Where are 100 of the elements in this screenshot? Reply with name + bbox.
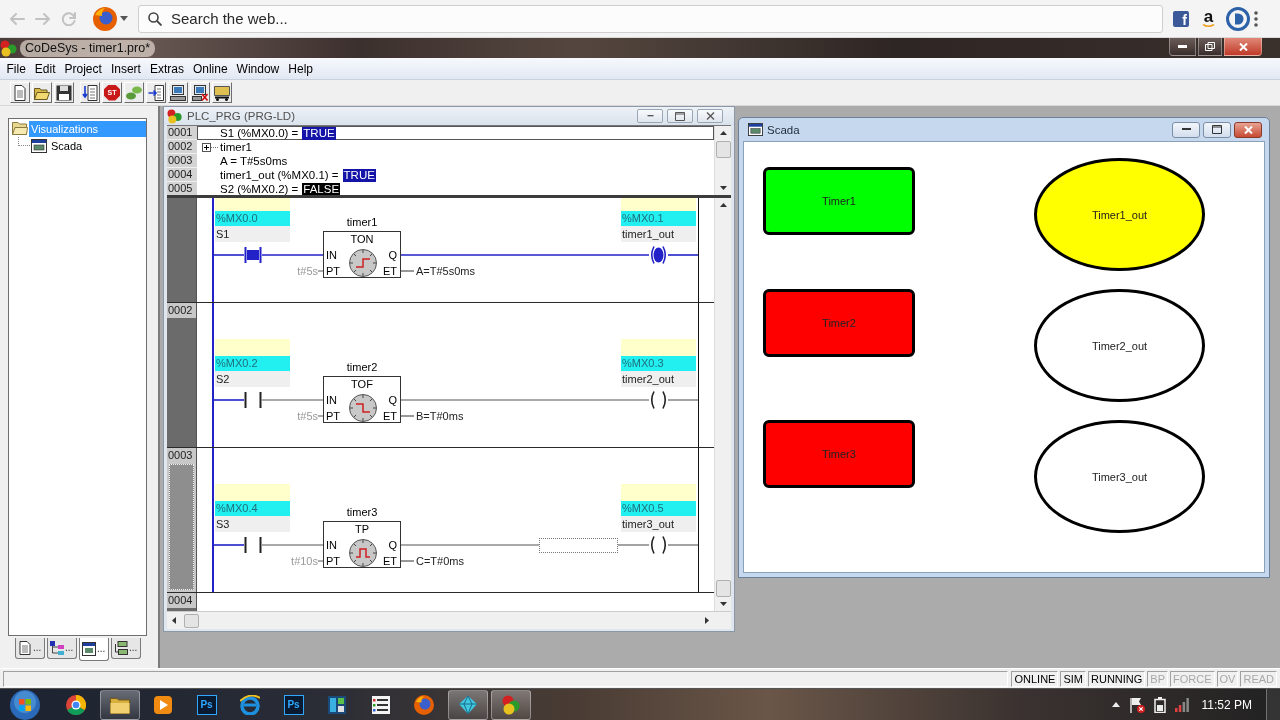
right-arrow-icon[interactable] [705, 617, 709, 624]
close-icon [1243, 125, 1253, 134]
search-bar[interactable]: Search the web... [138, 4, 1163, 33]
toolbar-button[interactable] [10, 82, 30, 103]
document-icon [12, 84, 28, 101]
clock[interactable]: 11:52 PM [1201, 697, 1252, 712]
ladder-contact[interactable] [244, 392, 262, 408]
status-indicator: RUNNING [1088, 670, 1146, 687]
ladder-coil[interactable] [649, 536, 668, 554]
toolbar-button[interactable] [190, 82, 210, 103]
ladder-contact[interactable] [244, 537, 262, 553]
ladder-coil[interactable] [649, 391, 668, 409]
taskbar-app-button[interactable] [447, 689, 488, 720]
monitor-value: TRUE [302, 126, 336, 140]
up-arrow-icon[interactable] [719, 131, 727, 135]
minimize-icon [1178, 45, 1187, 48]
line-number: 0005 [167, 182, 197, 195]
menu-item[interactable]: File [2, 60, 31, 77]
toolbar-button[interactable] [80, 82, 100, 103]
wire [667, 399, 699, 401]
status-indicator: READ [1240, 670, 1277, 687]
input-indicator[interactable]: Timer2 [763, 289, 915, 357]
toolbar-button[interactable] [32, 82, 52, 103]
left-arrow-icon[interactable] [172, 617, 176, 624]
instance-name: timer1 [346, 215, 378, 229]
timer-block[interactable]: TOF IN PT Q ET [323, 376, 401, 423]
tree-item[interactable]: Scada [49, 137, 85, 154]
scrollbar-thumb[interactable] [184, 613, 199, 628]
arrow-document-icon [148, 84, 164, 101]
caret-up-icon[interactable] [1111, 702, 1120, 707]
toolbar-button[interactable] [212, 82, 232, 103]
status-indicator: ONLINE [1011, 670, 1059, 687]
search-field[interactable]: Search the web... [171, 7, 1162, 30]
bookmark-button[interactable]: f [1173, 10, 1189, 27]
down-arrow-icon[interactable] [719, 602, 727, 606]
signal-bars-icon[interactable] [1174, 697, 1189, 712]
minimize-icon [645, 115, 655, 117]
show-desktop-button[interactable] [1266, 689, 1280, 720]
toolbar-button[interactable] [168, 82, 188, 103]
toolbar-button[interactable] [54, 82, 74, 103]
browser-menu-button[interactable] [93, 4, 128, 33]
menu-item[interactable]: Window [232, 60, 284, 77]
pin-label: PT [326, 555, 341, 568]
computer-cross-icon [192, 84, 208, 101]
ladder-coil[interactable] [649, 246, 668, 264]
ladder-contact[interactable] [244, 247, 262, 263]
close-button[interactable] [1234, 121, 1262, 138]
menu-item[interactable]: Insert [106, 60, 146, 77]
menu-item[interactable]: Edit [30, 60, 61, 77]
balls-logo-icon [167, 108, 183, 124]
restore-button[interactable] [1203, 121, 1231, 138]
window-title: CoDeSys - timer1.pro* [20, 39, 156, 57]
play-icon [153, 694, 173, 715]
status-indicator: FORCE [1170, 670, 1215, 687]
organizer-tab[interactable]: ... [111, 638, 141, 659]
menu-item[interactable]: Online [188, 60, 233, 77]
variable-label: S1 [215, 226, 290, 242]
preset-value: t#5s [297, 264, 318, 278]
wire [213, 254, 245, 256]
toolbar-button[interactable] [146, 82, 166, 103]
organizer-tab[interactable]: ... [15, 638, 45, 659]
organizer-tab[interactable]: ... [47, 638, 77, 659]
menu-item[interactable]: Extras [145, 60, 189, 77]
menu-item[interactable]: Help [283, 60, 318, 77]
bookmark-button[interactable]: a [1202, 9, 1215, 28]
flag-icon[interactable] [1128, 696, 1145, 713]
close-button[interactable] [697, 109, 723, 123]
taskbar-app-button[interactable]: Ps [186, 689, 227, 720]
menu-item[interactable]: Project [60, 60, 107, 77]
vertical-scrollbar[interactable] [714, 198, 731, 611]
plus-box-icon[interactable] [202, 142, 218, 152]
ring-logo-icon[interactable] [1226, 6, 1250, 31]
kebab-menu-icon[interactable] [1254, 10, 1258, 27]
input-indicator[interactable]: Timer3 [763, 420, 915, 488]
taskbar-app-button[interactable]: Ps [273, 689, 314, 720]
vertical-scrollbar[interactable] [714, 126, 731, 195]
window-title: PLC_PRG (PRG-LD) [187, 110, 295, 122]
input-indicator[interactable]: Timer1 [763, 167, 915, 235]
wire [261, 544, 324, 546]
window-icon [82, 642, 96, 656]
taskbar-app-button[interactable] [491, 689, 531, 720]
scrollbar-thumb[interactable] [715, 141, 731, 158]
timer-clock-icon [349, 249, 377, 277]
timer-clock-icon [349, 394, 377, 422]
battery-icon[interactable] [1153, 696, 1166, 713]
restore-button[interactable] [667, 109, 693, 123]
minimize-button[interactable] [1172, 121, 1200, 138]
organizer-tab[interactable]: ... [79, 638, 109, 661]
taskbar-app-button[interactable] [99, 689, 140, 720]
network-number: 0002 [167, 303, 194, 318]
timer-block[interactable]: TON IN PT Q ET [323, 231, 401, 278]
pin-label: PT [326, 265, 341, 278]
line-number: 0002 [167, 140, 197, 154]
up-arrow-icon[interactable] [719, 203, 727, 207]
timer-block[interactable]: TP IN PT Q ET [323, 521, 401, 568]
down-arrow-icon[interactable] [719, 186, 727, 190]
network-selector[interactable] [169, 464, 194, 590]
restore-icon [1205, 42, 1215, 51]
wire [617, 544, 650, 546]
scrollbar-thumb[interactable] [715, 580, 731, 597]
